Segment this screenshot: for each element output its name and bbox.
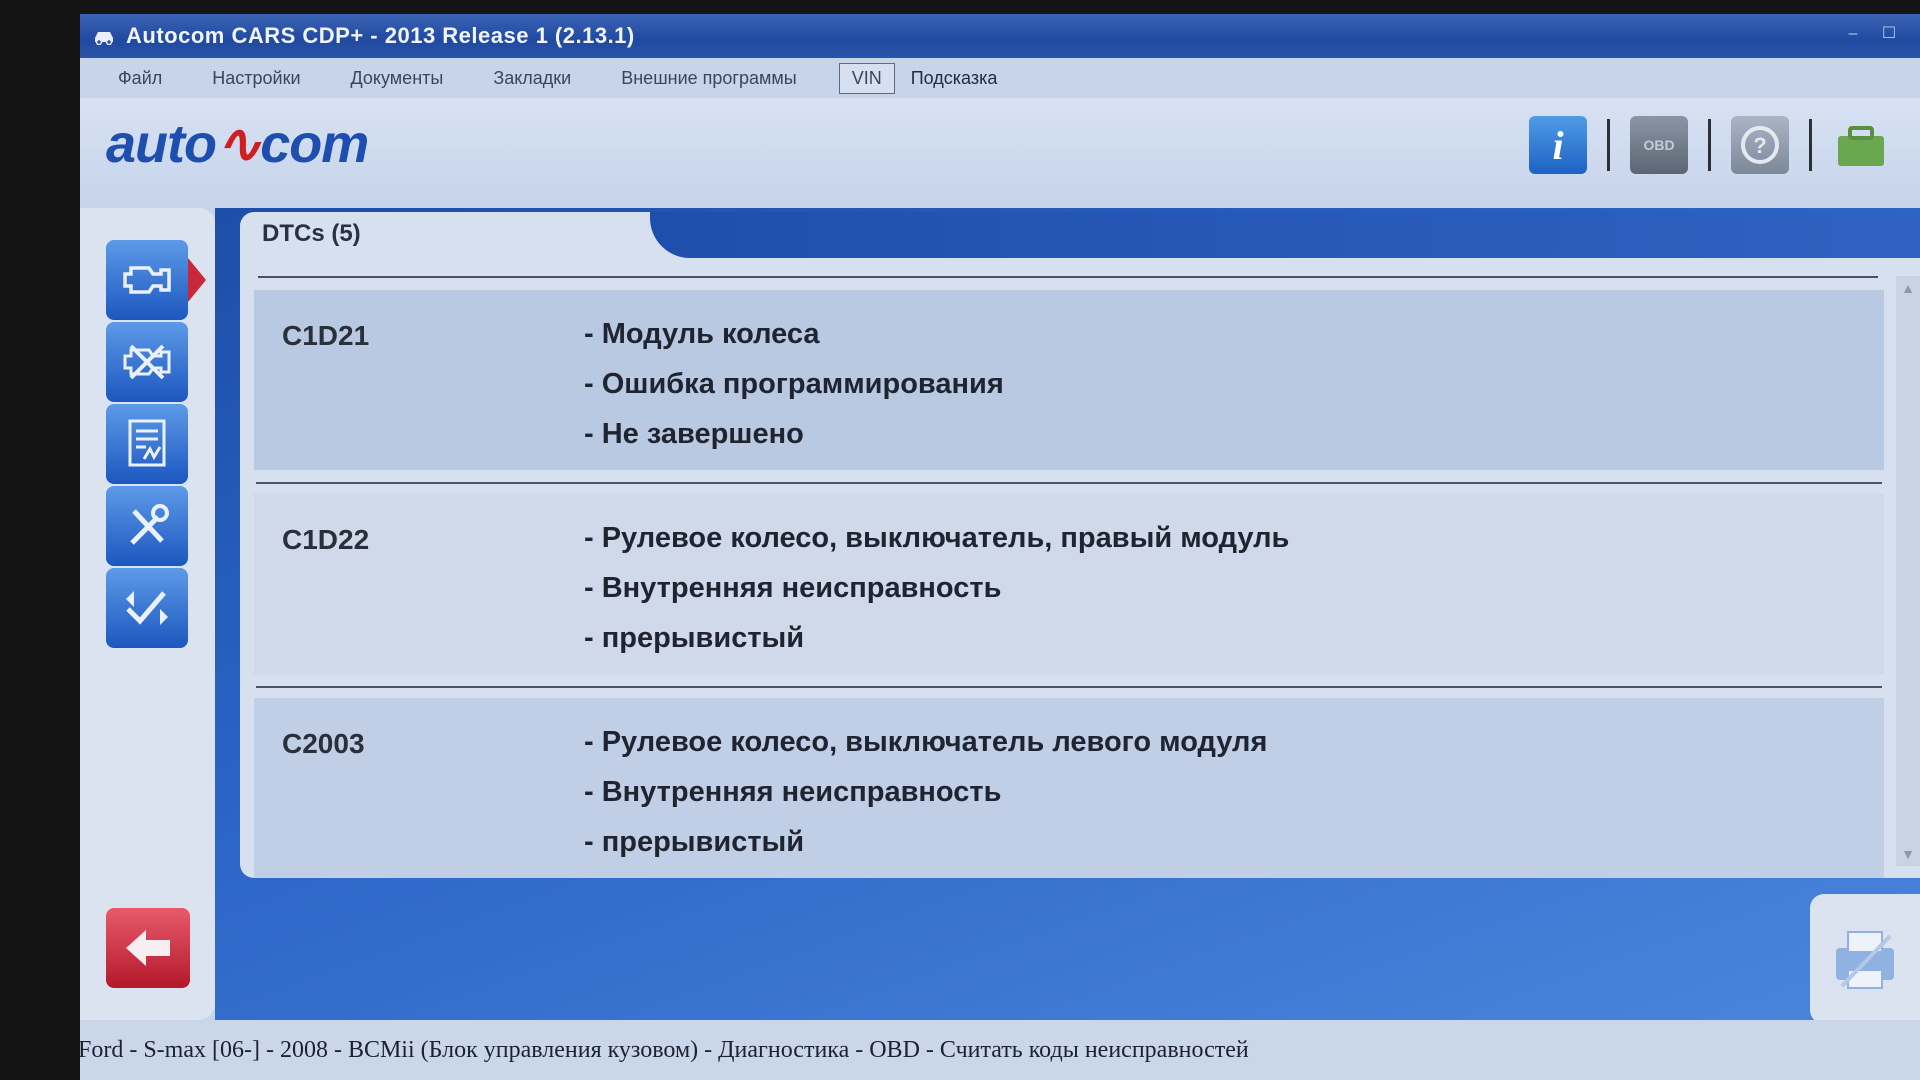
dtc-code: C2003 (282, 728, 365, 759)
menu-settings[interactable]: Настройки (204, 64, 308, 93)
dtc-description: - Модуль колеса - Ошибка программировани… (584, 316, 1004, 466)
app-window: Autocom CARS CDP+ - 2013 Release 1 (2.13… (80, 14, 1920, 1080)
dtc-description-line: - прерывистый (584, 826, 805, 858)
menu-documents[interactable]: Документы (343, 64, 452, 93)
status-breadcrumb: Ford - S-max [06-] - 2008 - BCMii (Блок … (80, 1036, 1249, 1063)
obd-icon: OBD (1643, 137, 1675, 153)
scroll-up-icon[interactable]: ▲ (1900, 280, 1916, 296)
dtc-description-line: - Внутренняя неисправность (584, 572, 1002, 604)
row-divider (256, 686, 1882, 688)
back-arrow-icon (126, 930, 170, 966)
adjust-icon (126, 591, 168, 625)
sidebar-tools-button[interactable] (106, 486, 188, 566)
toolbar-divider (1607, 119, 1610, 171)
menu-file[interactable]: Файл (110, 64, 170, 93)
maximize-button[interactable]: ☐ (1878, 24, 1900, 44)
help-icon: ? (1741, 126, 1779, 164)
title-bar: Autocom CARS CDP+ - 2013 Release 1 (2.13… (80, 14, 1920, 58)
live-data-icon (128, 419, 166, 467)
tools-icon (130, 504, 169, 545)
toolbox-icon (1838, 126, 1884, 166)
tab-divider (258, 276, 1878, 278)
dtc-description: - Рулевое колесо, выключатель, правый мо… (584, 520, 1289, 670)
toolbar-divider (1809, 119, 1812, 171)
row-divider (256, 482, 1882, 484)
sidebar (80, 208, 215, 1020)
header-toolbar: i OBD ? (1529, 116, 1890, 174)
minimize-button[interactable]: – (1842, 24, 1864, 44)
print-icon (1836, 931, 1894, 989)
info-icon: i (1552, 122, 1564, 168)
clear-codes-icon (123, 344, 171, 380)
engine-icon (123, 266, 171, 294)
dtc-row[interactable]: C2003 - Рулевое колесо, выключатель лево… (254, 698, 1884, 878)
menu-vin[interactable]: VIN (838, 62, 895, 94)
dtc-code: C1D21 (282, 320, 370, 351)
dtc-row[interactable]: C1D22 - Рулевое колесо, выключатель, пра… (254, 494, 1884, 674)
dtc-description-line: - Ошибка программирования (584, 368, 1004, 400)
dtc-description-line: - Внутренняя неисправность (584, 776, 1002, 808)
vertical-scrollbar[interactable]: ▲ ▼ (1896, 276, 1920, 866)
menu-bar: Файл Настройки Документы Закладки Внешни… (80, 58, 1920, 98)
dtc-code: C1D22 (282, 524, 370, 555)
tab-strip (650, 212, 1920, 258)
sidebar-adjust-button[interactable] (106, 568, 188, 648)
info-button[interactable]: i (1529, 116, 1587, 174)
dtc-description-line: - Не завершено (584, 418, 804, 450)
back-button[interactable] (106, 908, 190, 988)
svg-text:?: ? (1753, 133, 1766, 158)
dtc-description-line: - Рулевое колесо, выключатель левого мод… (584, 726, 1268, 758)
sidebar-live-data-button[interactable] (106, 404, 188, 484)
sidebar-clear-codes-button[interactable] (106, 322, 188, 402)
window-controls: – ☐ (1842, 24, 1900, 44)
dtc-panel: DTCs (5) C1D21 - Модуль колеса - Ошибка … (240, 212, 1920, 878)
tab-dtcs[interactable]: DTCs (5) (262, 220, 361, 248)
window-title: Autocom CARS CDP+ - 2013 Release 1 (2.13… (126, 23, 635, 48)
scroll-down-icon[interactable]: ▼ (1900, 846, 1916, 862)
autocom-logo: auto∿com (106, 114, 369, 174)
print-button[interactable] (1810, 894, 1920, 1024)
dtc-row[interactable]: C1D21 - Модуль колеса - Ошибка программи… (254, 290, 1884, 470)
car-icon (95, 32, 113, 45)
help-button[interactable]: ? (1731, 116, 1789, 174)
obd-button[interactable]: OBD (1630, 116, 1688, 174)
sidebar-engine-button[interactable] (106, 240, 206, 320)
dtc-description-line: - Рулевое колесо, выключатель, правый мо… (584, 522, 1290, 554)
header-bar: auto∿com i OBD ? (80, 98, 1920, 208)
menu-hint[interactable]: Подсказка (903, 64, 1006, 93)
dtc-description-line: - прерывистый (584, 622, 805, 654)
tools-box-button[interactable] (1832, 116, 1890, 174)
dtc-description: - Рулевое колесо, выключатель левого мод… (584, 724, 1267, 874)
toolbar-divider (1708, 119, 1711, 171)
menu-external-programs[interactable]: Внешние программы (613, 64, 804, 93)
menu-bookmarks[interactable]: Закладки (485, 64, 579, 93)
dtc-description-line: - Модуль колеса (584, 318, 820, 350)
status-bar: Ford - S-max [06-] - 2008 - BCMii (Блок … (80, 1020, 1920, 1080)
